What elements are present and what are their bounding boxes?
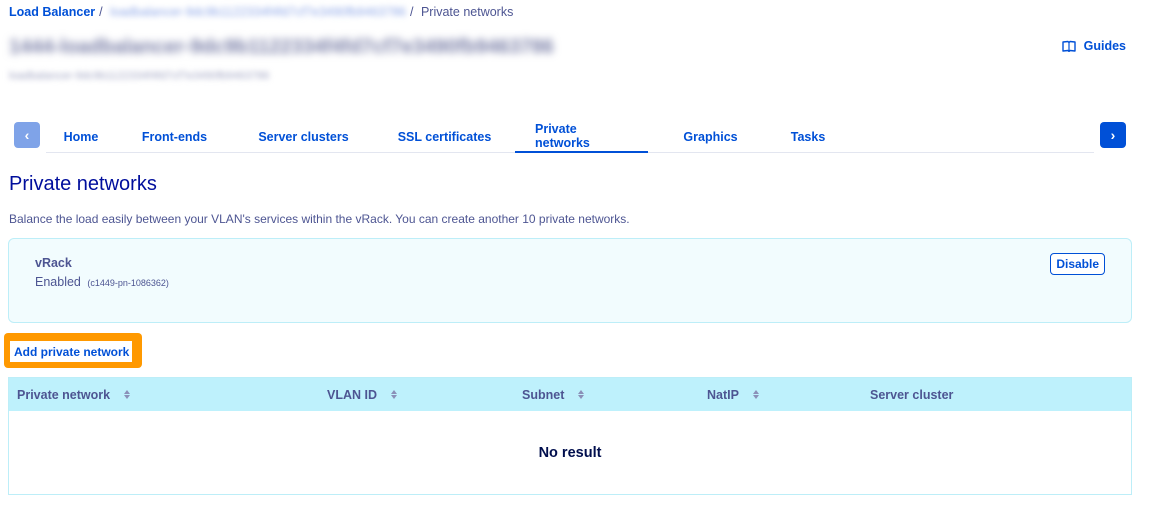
tab-graphics[interactable]: Graphics	[648, 121, 773, 153]
sort-icon[interactable]	[391, 390, 397, 399]
breadcrumb-current: Private networks	[420, 5, 514, 19]
vrack-panel: vRack Enabled (c1449-pn-1086362) Disable	[8, 238, 1132, 323]
page-subtitle: loadbalancer-9dc9b1122334f4fd7cf7e3490fb…	[9, 70, 270, 82]
tab-front-ends[interactable]: Front-ends	[116, 121, 233, 153]
guides-label: Guides	[1083, 39, 1126, 53]
disable-button[interactable]: Disable	[1050, 253, 1105, 275]
section-title: Private networks	[9, 173, 157, 195]
breadcrumb-root-link[interactable]: Load Balancer	[9, 5, 95, 19]
chevron-right-icon[interactable]: ›	[1100, 122, 1126, 148]
tabs-bar: ‹ Home Front-ends Server clusters SSL ce…	[14, 121, 1126, 153]
sort-icon[interactable]	[752, 390, 759, 399]
vrack-status-text: Enabled	[35, 275, 81, 289]
sort-icon[interactable]	[578, 390, 585, 399]
column-natip[interactable]: NatIP	[707, 378, 759, 411]
vrack-id: (c1449-pn-1086362)	[87, 278, 169, 288]
tab-private-networks[interactable]: Private networks	[515, 121, 648, 153]
column-subnet[interactable]: Subnet	[522, 378, 585, 411]
table-header: Private network VLAN ID Subnet NatIP Ser…	[9, 378, 1131, 411]
sort-icon[interactable]	[124, 390, 131, 399]
private-networks-table: Private network VLAN ID Subnet NatIP Ser…	[8, 377, 1132, 495]
section-description: Balance the load easily between your VLA…	[9, 212, 630, 226]
add-private-network-button[interactable]: Add private network	[10, 341, 132, 362]
column-server-cluster: Server cluster	[870, 387, 954, 402]
vrack-status: Enabled (c1449-pn-1086362)	[35, 275, 169, 289]
column-vlan-id[interactable]: VLAN ID	[327, 378, 397, 411]
tab-ssl-certificates[interactable]: SSL certificates	[374, 121, 515, 153]
guides-link[interactable]: Guides	[1061, 39, 1126, 53]
vrack-name: vRack	[35, 256, 72, 270]
tab-server-clusters[interactable]: Server clusters	[233, 121, 374, 153]
page-title: 1444-loadbalancer-9dc9b1122334f4fd7cf7e3…	[9, 36, 554, 58]
tab-list: Home Front-ends Server clusters SSL cert…	[46, 121, 1094, 153]
tab-home[interactable]: Home	[46, 121, 116, 153]
empty-state: No result	[538, 445, 602, 461]
breadcrumb-service-link[interactable]: loadbalancer-9dc9b1122334f4fd7cf7e3490fb…	[110, 5, 406, 19]
tab-tasks[interactable]: Tasks	[773, 121, 843, 153]
breadcrumb: Load Balancer / loadbalancer-9dc9b1122334…	[9, 5, 514, 19]
book-icon	[1061, 40, 1076, 52]
column-private-network[interactable]: Private network	[17, 378, 131, 411]
chevron-left-icon[interactable]: ‹	[14, 122, 40, 148]
